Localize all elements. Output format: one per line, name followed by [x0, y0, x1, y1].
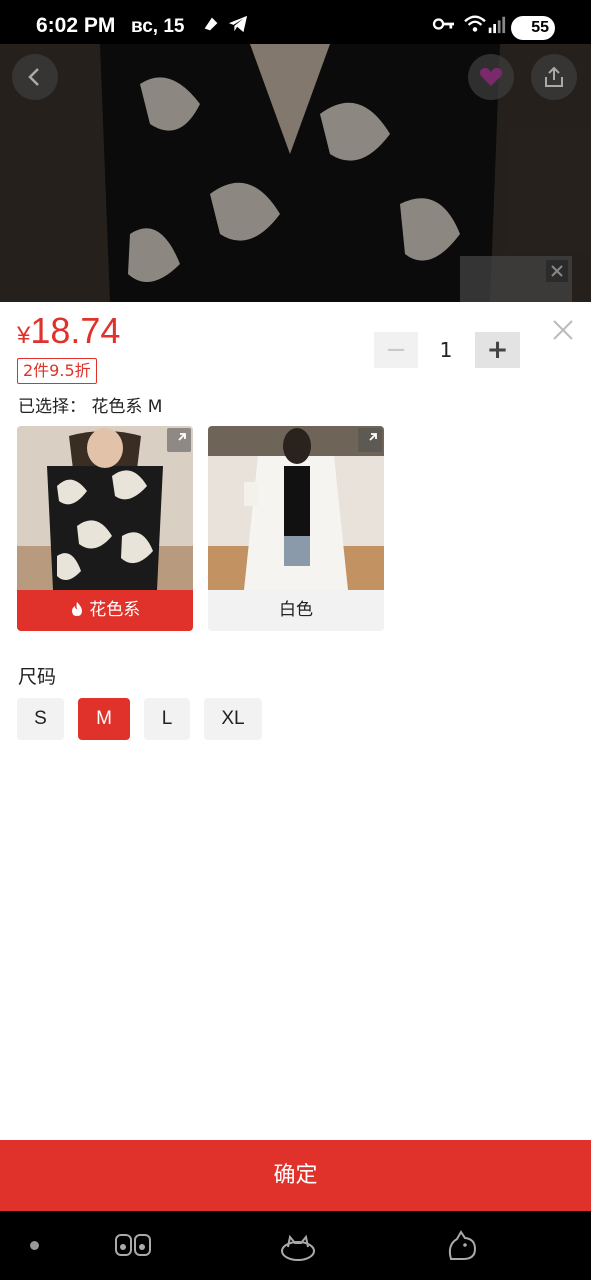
sku-selector-sheet: ¥18.74 − 1 + 2件9.5折 已选择： 花色系 M 花色系 白色 尺码… [0, 302, 591, 1140]
currency-symbol: ¥ [17, 322, 31, 349]
close-icon[interactable] [551, 318, 575, 342]
close-icon [551, 265, 563, 277]
expand-icon [178, 433, 186, 441]
expand-image-button[interactable] [358, 428, 382, 452]
quantity-increase-button[interactable]: + [475, 332, 520, 368]
system-nav-bar [0, 1211, 591, 1280]
color-option-white[interactable]: 白色 [208, 426, 384, 631]
price: ¥18.74 [17, 310, 120, 352]
color-option-text: 白色 [279, 600, 313, 620]
confirm-button[interactable]: 确定 [0, 1140, 591, 1211]
expand-image-button[interactable] [167, 428, 191, 452]
telegram-icon [228, 15, 248, 33]
chevron-left-icon [28, 68, 39, 86]
flame-icon [71, 602, 82, 616]
color-option-text: 花色系 [89, 600, 141, 620]
mini-close-button[interactable] [546, 260, 568, 282]
wifi-icon [464, 15, 486, 32]
nav-dot[interactable] [30, 1241, 39, 1250]
notification-icon [204, 17, 218, 31]
cat-back-icon[interactable] [443, 1229, 483, 1263]
back-button[interactable] [12, 54, 58, 100]
share-button[interactable] [531, 54, 577, 100]
status-time: 6:02 PM [36, 14, 116, 37]
price-value: 18.74 [30, 310, 121, 351]
size-option-m[interactable]: M [78, 698, 130, 740]
color-option-floral[interactable]: 花色系 [17, 426, 193, 631]
status-bar: 6:02 PM вс, 15 55 [0, 0, 591, 44]
color-option-label: 花色系 [17, 590, 193, 631]
selected-label: 已选择： [18, 397, 86, 417]
battery-level: 55 [531, 19, 549, 36]
expand-icon [369, 433, 377, 441]
battery-indicator: 55 [511, 16, 555, 40]
paws-icon[interactable] [113, 1229, 153, 1263]
cat-home-icon[interactable] [278, 1229, 318, 1263]
size-option-xl[interactable]: XL [204, 698, 262, 740]
mini-player[interactable] [460, 256, 572, 302]
heart-icon [480, 67, 502, 86]
quantity-decrease-button[interactable]: − [374, 332, 418, 368]
size-title: 尺码 [18, 666, 57, 688]
product-hero-image [0, 44, 591, 302]
favorite-button[interactable] [468, 54, 514, 100]
share-icon [545, 66, 563, 87]
selected-value: 花色系 M [91, 397, 163, 417]
size-option-l[interactable]: L [144, 698, 190, 740]
selected-summary: 已选择： 花色系 M [18, 392, 162, 417]
discount-tag: 2件9.5折 [17, 358, 97, 384]
signal-icon [488, 16, 506, 34]
quantity-value[interactable]: 1 [418, 332, 474, 368]
size-option-s[interactable]: S [17, 698, 64, 740]
color-option-label: 白色 [208, 590, 384, 631]
key-icon [432, 18, 454, 30]
status-date: вс, 15 [131, 16, 185, 37]
